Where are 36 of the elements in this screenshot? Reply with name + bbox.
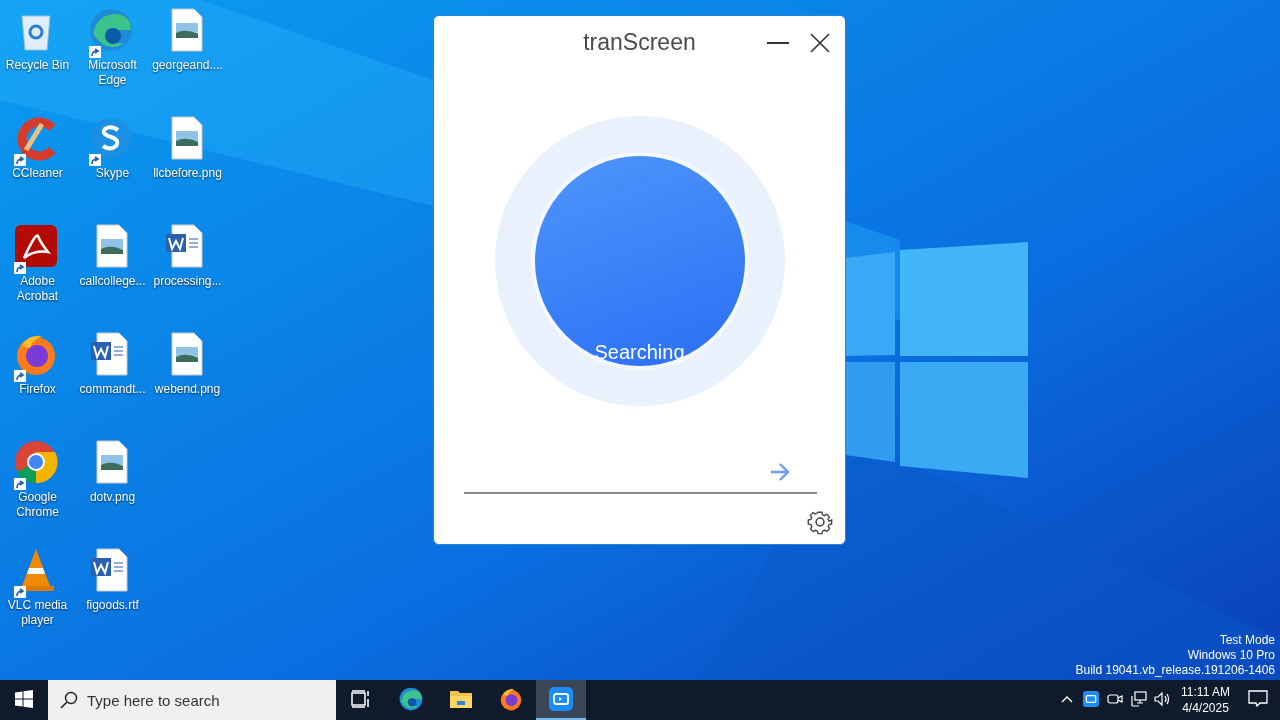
desktop-icon-label[interactable]: Skype bbox=[75, 166, 150, 181]
close-icon[interactable] bbox=[810, 33, 830, 53]
settings-icon[interactable] bbox=[807, 509, 833, 535]
system-watermark-text: Test Mode bbox=[1219, 633, 1275, 648]
firefox-icon bbox=[498, 686, 524, 712]
desktop-icon-label[interactable]: llcbefore.png bbox=[150, 166, 225, 181]
taskbar-app-button[interactable] bbox=[536, 680, 586, 720]
system-watermark-text: Build 19041.vb_release.191206-1406 bbox=[1075, 663, 1275, 678]
folder-icon bbox=[449, 688, 473, 710]
transcreen-app-icon bbox=[549, 687, 573, 711]
desktop-icon-label[interactable]: georgeand.... bbox=[150, 58, 225, 73]
system-watermark-text: Windows 10 Pro bbox=[1187, 648, 1275, 663]
search-field[interactable]: Type here to search bbox=[48, 680, 336, 720]
desktop-icon-label[interactable]: Firefox bbox=[0, 382, 75, 397]
window-title: tranScreen bbox=[583, 28, 696, 56]
desktop-icon-label[interactable]: Google Chrome bbox=[0, 490, 75, 520]
desktop-icon-label[interactable]: processing... bbox=[150, 274, 225, 289]
desktop-icon-label[interactable]: commandt... bbox=[75, 382, 150, 397]
desktop-icon-label[interactable]: VLC media player bbox=[0, 598, 75, 628]
edge-icon bbox=[398, 686, 424, 712]
arrow-right-icon[interactable] bbox=[769, 462, 791, 482]
desktop-icon-label[interactable]: figoods.rtf bbox=[75, 598, 150, 613]
desktop-icon-label[interactable]: webend.png bbox=[150, 382, 225, 397]
desktop-icon-label[interactable]: CCleaner bbox=[0, 166, 75, 181]
status-text: Searching bbox=[594, 341, 685, 364]
desktop-icon-label[interactable]: dotv.png bbox=[75, 490, 150, 505]
clock-date: 4/4/2025 bbox=[1182, 700, 1229, 716]
windows-logo-icon[interactable] bbox=[15, 690, 33, 708]
task-view-icon bbox=[351, 690, 371, 708]
clock[interactable]: 11:11 AM 4/4/2025 bbox=[1175, 684, 1236, 716]
search-icon bbox=[60, 691, 78, 709]
desktop-icon-label[interactable]: Recycle Bin bbox=[0, 58, 75, 73]
desktop-icon-label[interactable]: callcollege... bbox=[75, 274, 150, 289]
desktop-icon-label[interactable]: Microsoft Edge bbox=[75, 58, 150, 88]
desktop-icon-label[interactable]: Adobe Acrobat bbox=[0, 274, 75, 304]
clock-time: 11:11 AM bbox=[1181, 684, 1230, 700]
